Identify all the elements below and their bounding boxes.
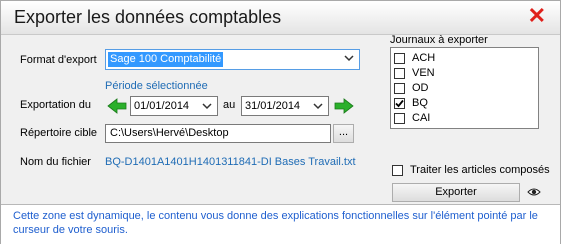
filename-label: Nom du fichier [20,156,91,168]
date-from-value: 01/01/2014 [134,100,190,112]
close-icon[interactable]: ✕ [528,4,546,28]
chevron-down-icon [344,55,354,62]
next-period-arrow-icon[interactable] [332,96,356,116]
journal-label: ACH [412,52,436,64]
help-zone: Cette zone est dynamique, le contenu vou… [1,204,560,244]
format-value: Sage 100 Comptabilité [108,52,224,67]
help-text: Cette zone est dynamique, le contenu vou… [13,210,538,236]
browse-button[interactable]: ... [333,124,354,143]
date-separator: au [223,99,236,111]
checkbox[interactable] [392,165,403,176]
directory-label: Répertoire cible [20,127,98,139]
checkbox-checked[interactable] [394,98,405,109]
journal-label: VEN [412,67,435,79]
journals-label: Journaux à exporter [390,34,488,46]
chevron-down-icon [313,103,323,110]
dialog-title: Exporter les données comptables [14,7,282,27]
journals-list: ACH VEN OD BQ CAI [390,47,539,129]
eye-icon[interactable] [527,187,541,197]
exportation-label: Exportation du [20,99,91,111]
date-to-picker[interactable]: 31/01/2014 [241,96,329,116]
checkmark-icon [395,99,404,108]
export-button[interactable]: Exporter [392,183,520,202]
checkbox[interactable] [394,53,405,64]
period-caption: Période sélectionnée [105,80,208,92]
journal-label: BQ [412,97,428,109]
checkbox[interactable] [394,83,405,94]
date-from-picker[interactable]: 01/01/2014 [130,96,218,116]
title-bar: Exporter les données comptables ✕ [1,1,560,35]
directory-input[interactable]: C:\Users\Hervé\Desktop [105,124,331,143]
export-dialog: Exporter les données comptables ✕ Format… [0,0,561,244]
checkbox[interactable] [394,68,405,79]
composed-items-label: Traiter les articles composés [410,164,550,176]
journal-label: OD [412,82,429,94]
chevron-down-icon [202,103,212,110]
checkbox[interactable] [394,113,405,124]
format-select[interactable]: Sage 100 Comptabilité [105,49,360,70]
previous-period-arrow-icon[interactable] [105,96,129,116]
filename-value: BQ-D1401A1401H1401311841-DI Bases Travai… [105,156,356,168]
journal-label: CAI [412,112,431,124]
format-label: Format d'export [20,54,97,66]
date-to-value: 31/01/2014 [245,100,301,112]
